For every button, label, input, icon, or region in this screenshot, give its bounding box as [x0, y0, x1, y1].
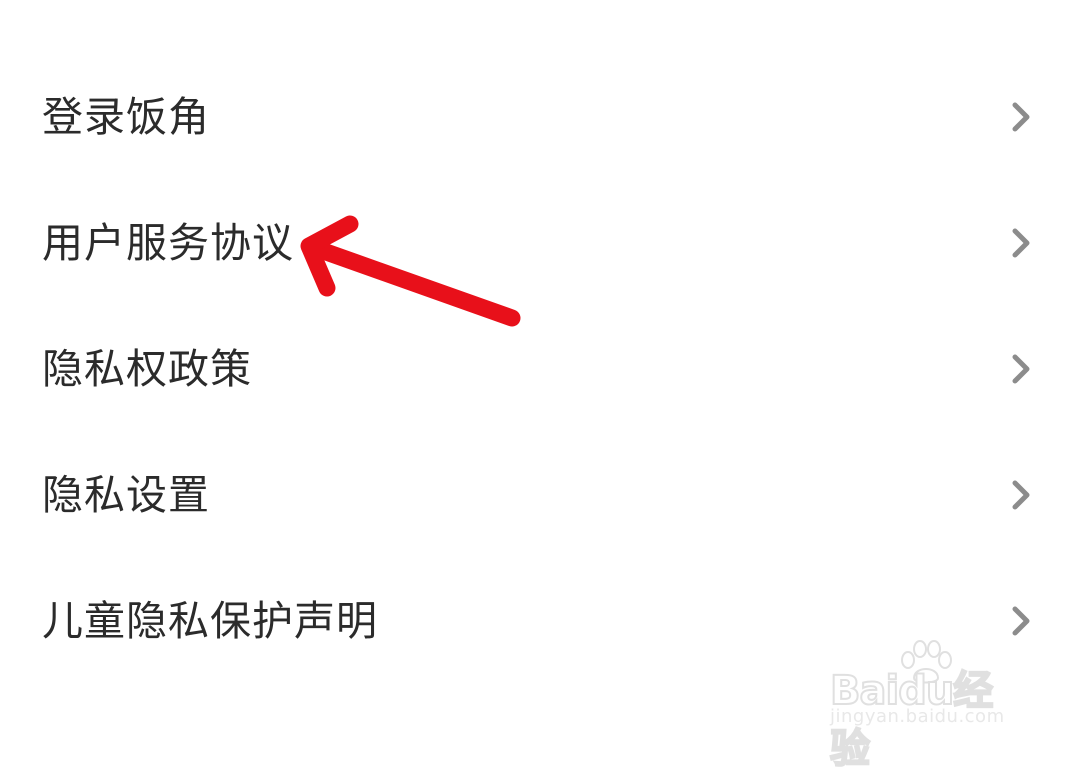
- watermark-url: jingyan.baidu.com: [830, 706, 1005, 727]
- chevron-right-icon: [1008, 354, 1034, 384]
- chevron-right-icon: [1008, 102, 1034, 132]
- menu-item-user-service-agreement[interactable]: 用户服务协议: [0, 180, 1080, 306]
- baidu-jingyan-watermark: Baidu经验 jingyan.baidu.com: [826, 636, 1026, 773]
- menu-item-label: 隐私权政策: [42, 344, 252, 393]
- chevron-right-icon: [1008, 228, 1034, 258]
- menu-item-label: 用户服务协议: [42, 218, 294, 267]
- menu-item-privacy-policy[interactable]: 隐私权政策: [0, 306, 1080, 432]
- menu-item-label: 隐私设置: [42, 470, 210, 519]
- menu-item-login-fanjiao[interactable]: 登录饭角: [0, 54, 1080, 180]
- menu-item-privacy-settings[interactable]: 隐私设置: [0, 432, 1080, 558]
- chevron-right-icon: [1008, 480, 1034, 510]
- chevron-right-icon: [1008, 606, 1034, 636]
- menu-item-label: 儿童隐私保护声明: [42, 596, 378, 645]
- menu-item-label: 登录饭角: [42, 92, 210, 141]
